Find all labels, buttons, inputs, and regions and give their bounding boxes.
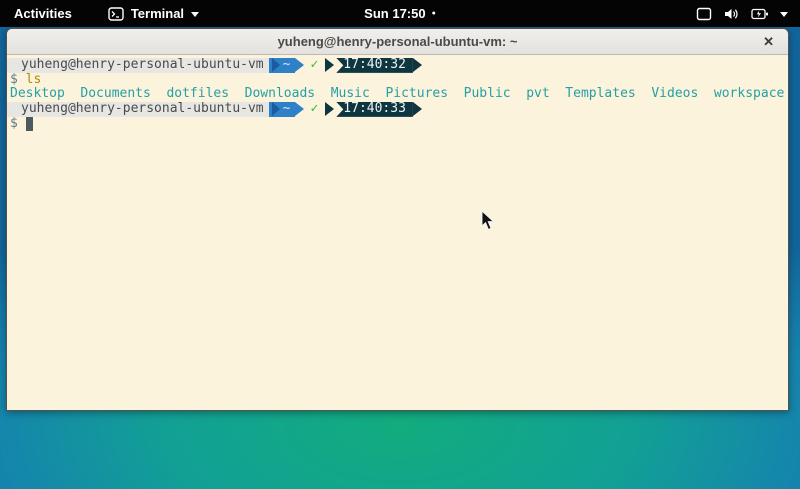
window-titlebar[interactable]: yuheng@henry-personal-ubuntu-vm: ~ ✕ — [7, 29, 788, 55]
chevron-down-icon — [780, 12, 788, 17]
directory-name: Videos — [651, 87, 698, 102]
directory-name: Downloads — [245, 87, 315, 102]
directory-name: Templates — [565, 87, 635, 102]
powerline-arrow-icon — [325, 102, 334, 116]
directory-name: Music — [331, 87, 370, 102]
directory-name: Pictures — [385, 87, 448, 102]
notification-dot: ● — [432, 10, 436, 17]
close-button[interactable]: ✕ — [763, 29, 774, 55]
window-title: yuheng@henry-personal-ubuntu-vm: ~ — [278, 34, 518, 49]
display-icon — [696, 7, 712, 21]
terminal-icon — [108, 7, 124, 21]
input-line[interactable]: $ — [7, 117, 788, 132]
directory-name: Public — [464, 87, 511, 102]
top-bar: Activities Terminal Sun 17:50 ● — [0, 0, 800, 27]
ls-output-line: Desktop Documents dotfiles Downloads Music Pi… — [7, 87, 788, 102]
directory-name: Documents — [80, 87, 150, 102]
command-text: ls — [26, 73, 42, 88]
prompt-line: yuheng@henry-personal-ubuntu-vm ~ ✓ 17:4… — [7, 102, 788, 117]
prompt-symbol: $ — [10, 73, 18, 88]
status-check-icon: ✓ — [310, 58, 318, 73]
prompt-user-segment: yuheng@henry-personal-ubuntu-vm — [7, 102, 269, 117]
terminal-content[interactable]: yuheng@henry-personal-ubuntu-vm ~ ✓ 17:4… — [7, 55, 788, 411]
prompt-time: 17:40:32 — [336, 58, 413, 73]
clock-button[interactable]: Sun 17:50 ● — [364, 6, 436, 21]
powerline-arrow-icon — [325, 58, 334, 72]
volume-icon — [723, 7, 740, 21]
powerline-arrow-icon — [413, 102, 422, 116]
system-status-area[interactable] — [696, 0, 788, 27]
prompt-path: ~ — [283, 102, 291, 117]
command-line: $ ls — [7, 73, 788, 88]
terminal-cursor — [26, 117, 34, 131]
prompt-user-segment: yuheng@henry-personal-ubuntu-vm — [7, 58, 269, 73]
prompt-path-segment: ~ — [269, 58, 296, 73]
directory-name: Desktop — [10, 87, 65, 102]
prompt-path: ~ — [283, 58, 291, 73]
app-menu-label: Terminal — [131, 6, 184, 21]
chevron-down-icon — [191, 12, 199, 17]
powerline-arrow-icon — [413, 58, 422, 72]
clock-label: Sun 17:50 — [364, 6, 425, 21]
powerline-arrow-icon — [295, 58, 304, 72]
status-check-icon: ✓ — [310, 102, 318, 117]
powerline-chevron-icon — [272, 58, 280, 72]
terminal-window: yuheng@henry-personal-ubuntu-vm: ~ ✕ yuh… — [6, 28, 789, 411]
app-menu-terminal[interactable]: Terminal — [108, 6, 199, 21]
prompt-path-segment: ~ — [269, 102, 296, 117]
directory-name: pvt — [526, 87, 549, 102]
prompt-symbol: $ — [10, 117, 18, 132]
directory-name: dotfiles — [166, 87, 229, 102]
prompt-line: yuheng@henry-personal-ubuntu-vm ~ ✓ 17:4… — [7, 58, 788, 73]
powerline-arrow-icon — [295, 102, 304, 116]
powerline-chevron-icon — [272, 102, 280, 116]
directory-name: workspace — [714, 87, 784, 102]
battery-charging-icon — [751, 7, 769, 21]
prompt-time: 17:40:33 — [336, 102, 413, 117]
activities-button[interactable]: Activities — [10, 6, 76, 21]
